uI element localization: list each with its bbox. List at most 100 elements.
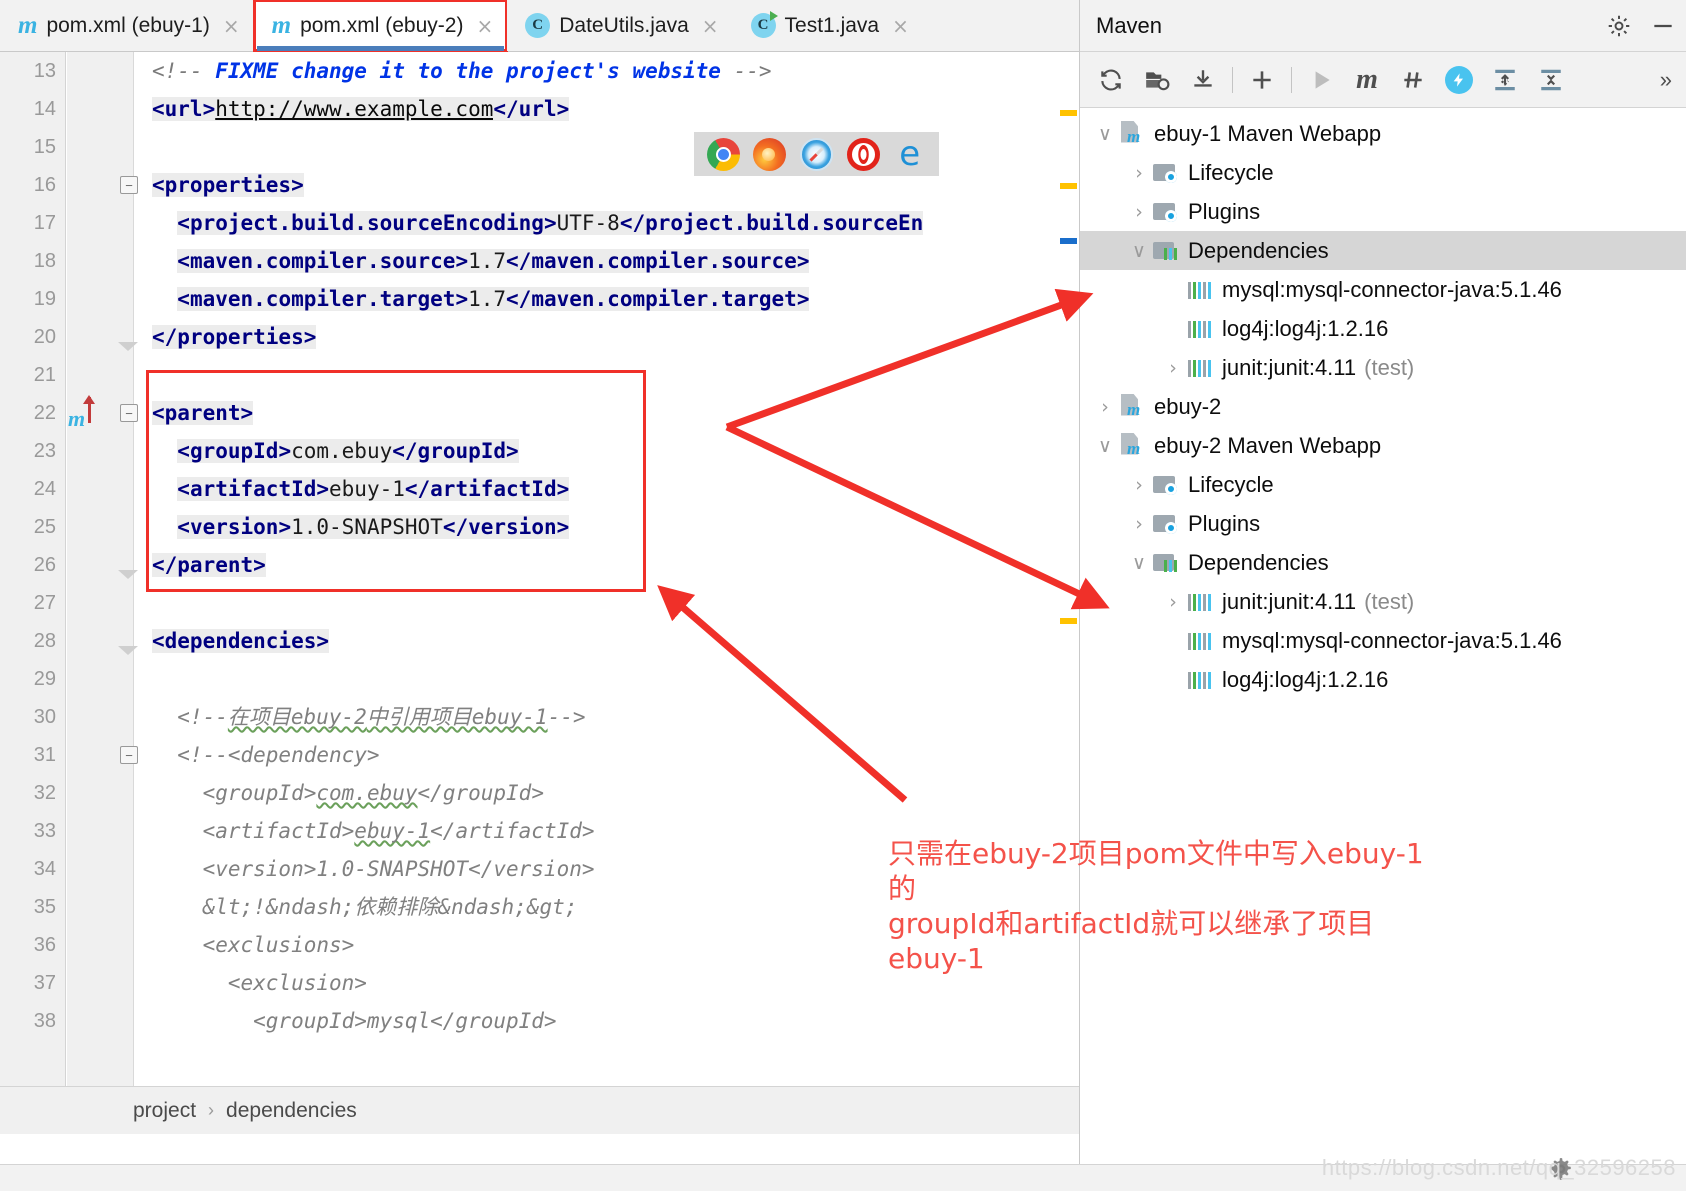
code-line[interactable]: 26 </parent> bbox=[0, 546, 1079, 584]
chevron-right-icon[interactable]: › bbox=[1160, 630, 1186, 652]
fold-end-icon[interactable] bbox=[118, 646, 138, 655]
code-line[interactable]: 29 bbox=[0, 660, 1079, 698]
opera-icon[interactable] bbox=[846, 137, 880, 171]
code-line[interactable]: 21 bbox=[0, 356, 1079, 394]
code-token: 在项目ebuy-2 bbox=[227, 705, 367, 729]
toggle-skip-tests-icon[interactable] bbox=[1390, 57, 1436, 103]
chrome-icon[interactable] bbox=[706, 137, 740, 171]
run-icon[interactable] bbox=[1298, 57, 1344, 103]
code-line[interactable]: 18 <maven.compiler.source>1.7</maven.com… bbox=[0, 242, 1079, 280]
code-line[interactable]: 28 <dependencies> bbox=[0, 622, 1079, 660]
toggle-offline-icon[interactable] bbox=[1436, 57, 1482, 103]
fold-collapse-icon[interactable]: − bbox=[120, 176, 138, 194]
code-line[interactable]: 32 <groupId>com.ebuy</groupId> bbox=[0, 774, 1079, 812]
download-sources-icon[interactable] bbox=[1180, 57, 1226, 103]
chevron-down-icon[interactable]: ∨ bbox=[1126, 240, 1152, 262]
more-chevrons-icon[interactable]: » bbox=[1660, 67, 1678, 93]
maven-project-tree[interactable]: ∨ebuy-1 Maven Webapp›Lifecycle›Plugins∨D… bbox=[1080, 108, 1686, 699]
chevron-down-icon[interactable]: ∨ bbox=[1092, 123, 1118, 145]
chevron-right-icon[interactable]: › bbox=[1160, 279, 1186, 301]
marker-stripe[interactable] bbox=[1060, 618, 1077, 624]
chevron-right-icon[interactable]: › bbox=[1160, 318, 1186, 340]
tree-node[interactable]: › Lifecycle bbox=[1080, 465, 1686, 504]
tree-node[interactable]: ∨ ebuy-2 Maven Webapp bbox=[1080, 426, 1686, 465]
chevron-down-icon[interactable]: ∨ bbox=[1092, 435, 1118, 457]
generate-sources-icon[interactable] bbox=[1134, 57, 1180, 103]
tree-node[interactable]: › mysql:mysql-connector-java:5.1.46 bbox=[1080, 621, 1686, 660]
chevron-right-icon[interactable]: › bbox=[1160, 669, 1186, 691]
code-line[interactable]: 25 <version>1.0-SNAPSHOT</version> bbox=[0, 508, 1079, 546]
expand-all-icon[interactable] bbox=[1482, 57, 1528, 103]
breadcrumb-item-project[interactable]: project bbox=[133, 1099, 196, 1123]
execute-goal-icon[interactable]: m bbox=[1344, 57, 1390, 103]
code-text: <exclusion> bbox=[152, 964, 367, 1002]
tree-node[interactable]: ∨ Dependencies bbox=[1080, 231, 1686, 270]
marker-stripe[interactable] bbox=[1060, 183, 1077, 189]
tree-node[interactable]: › junit:junit:4.11 (test) bbox=[1080, 348, 1686, 387]
tree-node[interactable]: › log4j:log4j:1.2.16 bbox=[1080, 660, 1686, 699]
tree-node[interactable]: › Plugins bbox=[1080, 504, 1686, 543]
minimize-icon[interactable] bbox=[1650, 13, 1676, 39]
code-line[interactable]: 30 <!--在项目ebuy-2中引用项目ebuy-1--> bbox=[0, 698, 1079, 736]
code-line[interactable]: 38 <groupId>mysql</groupId> bbox=[0, 1002, 1079, 1040]
tab-test1-java[interactable]: C Test1.java × bbox=[732, 0, 923, 51]
tree-node[interactable]: › log4j:log4j:1.2.16 bbox=[1080, 309, 1686, 348]
chevron-right-icon[interactable]: › bbox=[1160, 591, 1186, 613]
chevron-right-icon[interactable]: › bbox=[1092, 396, 1118, 418]
close-icon[interactable]: × bbox=[702, 14, 719, 38]
code-line[interactable]: 27 bbox=[0, 584, 1079, 622]
code-line[interactable]: 23 <groupId>com.ebuy</groupId> bbox=[0, 432, 1079, 470]
fold-end-icon[interactable] bbox=[118, 570, 138, 579]
tree-node[interactable]: ∨ Dependencies bbox=[1080, 543, 1686, 582]
safari-icon[interactable] bbox=[799, 137, 833, 171]
code-line[interactable]: 13 <!-- FIXME change it to the project's … bbox=[0, 52, 1079, 90]
chevron-down-icon[interactable]: ∨ bbox=[1126, 552, 1152, 574]
code-line[interactable]: 31 − <!--<dependency> bbox=[0, 736, 1079, 774]
code-line[interactable]: 24 <artifactId>ebuy-1</artifactId> bbox=[0, 470, 1079, 508]
marker-stripe[interactable] bbox=[1060, 110, 1077, 116]
tree-node[interactable]: › Plugins bbox=[1080, 192, 1686, 231]
line-number: 27 bbox=[33, 592, 56, 614]
reimport-icon[interactable] bbox=[1088, 57, 1134, 103]
tree-node[interactable]: › mysql:mysql-connector-java:5.1.46 bbox=[1080, 270, 1686, 309]
chevron-right-icon[interactable]: › bbox=[1126, 513, 1152, 535]
chevron-right-icon[interactable]: › bbox=[1126, 201, 1152, 223]
gear-icon[interactable] bbox=[1606, 13, 1632, 39]
firefox-icon[interactable] bbox=[753, 137, 787, 171]
chevron-right-icon[interactable]: › bbox=[1126, 474, 1152, 496]
fold-collapse-icon[interactable]: − bbox=[120, 746, 138, 764]
line-number: 37 bbox=[33, 972, 56, 994]
breadcrumb-item-dependencies[interactable]: dependencies bbox=[226, 1099, 357, 1123]
code-line[interactable]: 17 <project.build.sourceEncoding>UTF-8</… bbox=[0, 204, 1079, 242]
tree-node[interactable]: › ebuy-2 bbox=[1080, 387, 1686, 426]
collapse-all-icon[interactable] bbox=[1528, 57, 1574, 103]
code-token: <version> bbox=[177, 515, 292, 539]
tab-dateutils-java[interactable]: C DateUtils.java × bbox=[507, 0, 733, 51]
code-line[interactable]: 20 </properties> bbox=[0, 318, 1079, 356]
browser-launch-strip[interactable]: e bbox=[694, 132, 939, 176]
fold-collapse-icon[interactable]: − bbox=[120, 404, 138, 422]
close-icon[interactable]: × bbox=[223, 14, 240, 38]
tree-node[interactable]: ∨ ebuy-1 Maven Webapp bbox=[1080, 114, 1686, 153]
add-maven-project-icon[interactable] bbox=[1239, 57, 1285, 103]
line-number: 18 bbox=[33, 250, 56, 272]
code-line[interactable]: 14 <url>http://www.example.com</url> bbox=[0, 90, 1079, 128]
code-text: <parent> bbox=[152, 394, 254, 432]
code-line[interactable]: 19 <maven.compiler.target>1.7</maven.com… bbox=[0, 280, 1079, 318]
chevron-right-icon[interactable]: › bbox=[1160, 357, 1186, 379]
tab-pom-ebuy-2[interactable]: m pom.xml (ebuy-2) × bbox=[252, 0, 509, 52]
marker-stripe[interactable] bbox=[1060, 238, 1077, 244]
tree-node-label: junit:junit:4.11 bbox=[1222, 354, 1357, 380]
edge-icon[interactable]: e bbox=[893, 137, 926, 171]
close-icon[interactable]: × bbox=[892, 14, 909, 38]
close-icon[interactable]: × bbox=[476, 14, 493, 38]
code-text: <version>1.0-SNAPSHOT</version> bbox=[152, 850, 595, 888]
tab-pom-ebuy-1[interactable]: m pom.xml (ebuy-1) × bbox=[0, 0, 254, 51]
tree-node[interactable]: › Lifecycle bbox=[1080, 153, 1686, 192]
tree-node-label: Plugins bbox=[1188, 198, 1261, 224]
chevron-right-icon[interactable]: › bbox=[1126, 162, 1152, 184]
code-line[interactable]: 22 m − <parent> bbox=[0, 394, 1079, 432]
tree-node[interactable]: › junit:junit:4.11 (test) bbox=[1080, 582, 1686, 621]
fold-end-icon[interactable] bbox=[118, 342, 138, 351]
